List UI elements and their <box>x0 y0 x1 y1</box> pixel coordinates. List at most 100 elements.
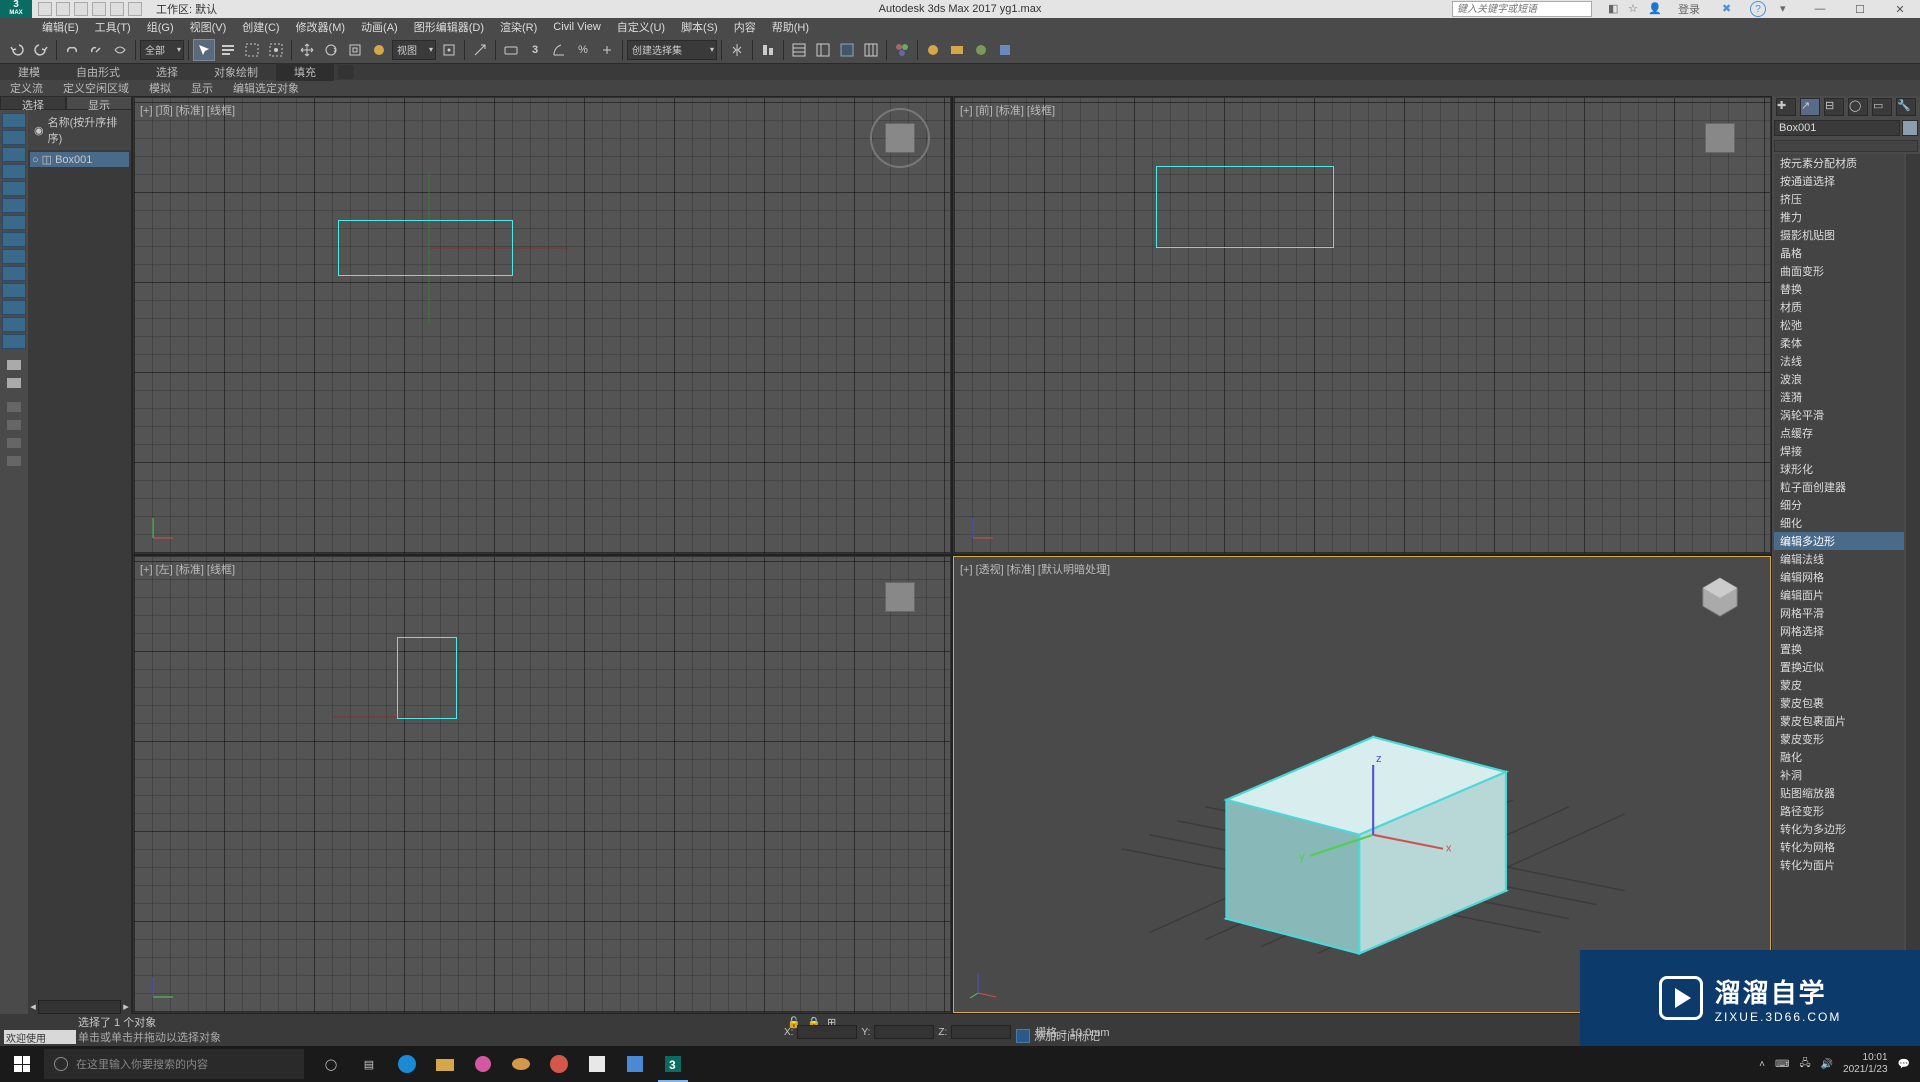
menu-graph-editors[interactable]: 图形编辑器(D) <box>406 19 492 35</box>
se-filter-cameras-icon[interactable] <box>2 164 26 179</box>
se-isolate-icon[interactable] <box>2 453 26 469</box>
maximize-button[interactable]: ☐ <box>1840 0 1880 18</box>
modifier-item[interactable]: 转化为多边形 <box>1774 820 1904 838</box>
app-icon-2[interactable] <box>502 1046 540 1082</box>
modifier-item[interactable]: 网格平滑 <box>1774 604 1904 622</box>
se-filter-frozen-icon[interactable] <box>2 283 26 298</box>
modifier-dropdown[interactable] <box>1774 140 1918 152</box>
ribbon-minimize-icon[interactable] <box>338 65 354 79</box>
object-name-field[interactable]: Box001 <box>1774 120 1900 136</box>
modifier-item[interactable]: 转化为网格 <box>1774 838 1904 856</box>
link-button[interactable] <box>61 39 83 61</box>
dropdown-icon[interactable]: ▾ <box>1780 2 1794 16</box>
start-button[interactable] <box>0 1046 44 1082</box>
modifier-item[interactable]: 涡轮平滑 <box>1774 406 1904 424</box>
star-icon[interactable]: ☆ <box>1628 2 1642 16</box>
modifier-item[interactable]: 编辑面片 <box>1774 586 1904 604</box>
material-editor-button[interactable] <box>891 39 913 61</box>
angle-snap-button[interactable] <box>548 39 570 61</box>
app-icon-1[interactable] <box>464 1046 502 1082</box>
viewport-persp-label[interactable]: [+] [透视] [标准] [默认明暗处理] <box>960 561 1110 577</box>
viewport-top-selection[interactable] <box>338 220 513 276</box>
render-production-button[interactable] <box>970 39 992 61</box>
menu-tools[interactable]: 工具(T) <box>87 19 139 35</box>
explorer-icon[interactable] <box>426 1046 464 1082</box>
layer-explorer-button[interactable] <box>788 39 810 61</box>
ref-coord-dropdown[interactable]: 视图 <box>392 40 436 60</box>
viewport-top[interactable]: [+] [顶] [标准] [线框] <box>133 97 951 554</box>
modifier-item[interactable]: 曲面变形 <box>1774 262 1904 280</box>
align-button[interactable] <box>757 39 779 61</box>
ribbon-sub-display[interactable]: 显示 <box>181 80 223 96</box>
qat-redo-icon[interactable] <box>110 2 124 16</box>
cmd-tab-hierarchy-icon[interactable]: ⊟ <box>1824 98 1844 116</box>
close-button[interactable]: ✕ <box>1880 0 1920 18</box>
ribbon-sub-simulate[interactable]: 模拟 <box>139 80 181 96</box>
modifier-item[interactable]: 置换近似 <box>1774 658 1904 676</box>
menu-group[interactable]: 组(G) <box>139 19 182 35</box>
scene-tree[interactable]: ○ ◫ Box001 <box>28 150 131 1000</box>
se-filter-shapes-icon[interactable] <box>2 130 26 145</box>
ribbon-tab-freeform[interactable]: 自由形式 <box>58 63 138 81</box>
se-rename-icon[interactable] <box>2 417 26 433</box>
viewcube-left[interactable] <box>870 567 930 627</box>
modifier-item[interactable]: 材质 <box>1774 298 1904 316</box>
notification-icon[interactable]: 💬 <box>1898 1059 1910 1070</box>
modifier-item[interactable]: 松弛 <box>1774 316 1904 334</box>
cmd-tab-modify-icon[interactable]: ↗ <box>1800 98 1820 116</box>
firefox-icon[interactable] <box>540 1046 578 1082</box>
curve-editor-button[interactable] <box>836 39 858 61</box>
cmd-tab-utilities-icon[interactable]: 🔧 <box>1896 98 1916 116</box>
menu-scripting[interactable]: 脚本(S) <box>673 19 726 35</box>
se-filter-xrefs-icon[interactable] <box>2 232 26 247</box>
qat-new-icon[interactable] <box>38 2 52 16</box>
se-filter-visible-icon[interactable] <box>2 334 26 349</box>
viewport-front-selection[interactable] <box>1156 166 1334 248</box>
qat-save-icon[interactable] <box>74 2 88 16</box>
expand-icon[interactable]: ○ <box>32 154 39 166</box>
modifier-item[interactable]: 蒙皮包裹面片 <box>1774 712 1904 730</box>
se-delete-icon[interactable] <box>2 435 26 451</box>
percent-snap-button[interactable]: % <box>572 39 594 61</box>
app-icon-4[interactable] <box>616 1046 654 1082</box>
modifier-item[interactable]: 晶格 <box>1774 244 1904 262</box>
exchange-icon[interactable]: ✖ <box>1722 2 1736 16</box>
pivot-button[interactable] <box>438 39 460 61</box>
ribbon-sub-flow[interactable]: 定义流 <box>0 80 53 96</box>
object-color-swatch[interactable] <box>1902 120 1918 136</box>
modifier-item[interactable]: 按元素分配材质 <box>1774 154 1904 172</box>
viewport-front-label[interactable]: [+] [前] [标准] [线框] <box>960 102 1055 118</box>
cortana-icon[interactable]: ▤ <box>350 1046 388 1082</box>
se-filter-spacewarps-icon[interactable] <box>2 198 26 213</box>
viewport-left-label[interactable]: [+] [左] [标准] [线框] <box>140 561 235 577</box>
snap-toggle-button[interactable]: 3 <box>524 39 546 61</box>
undo-button[interactable] <box>6 39 28 61</box>
windows-search-input[interactable]: 在这里输入你要搜索的内容 <box>44 1049 304 1079</box>
manipulate-button[interactable] <box>469 39 491 61</box>
modifier-item[interactable]: 贴图缩放器 <box>1774 784 1904 802</box>
y-coord-field[interactable] <box>874 1025 934 1039</box>
viewcube-top[interactable] <box>870 108 930 168</box>
se-filter-lights-icon[interactable] <box>2 147 26 162</box>
selection-filter-dropdown[interactable]: 全部 <box>140 40 184 60</box>
scene-node-box001[interactable]: ○ ◫ Box001 <box>30 152 129 167</box>
help-icon[interactable]: ? <box>1750 1 1766 17</box>
modifier-item[interactable]: 路径变形 <box>1774 802 1904 820</box>
maxscript-listener[interactable]: 欢迎使用 MAXSci <box>4 1030 76 1044</box>
menu-rendering[interactable]: 渲染(R) <box>492 19 545 35</box>
toggle-ribbon-button[interactable] <box>812 39 834 61</box>
scene-explorer-header[interactable]: ◉ 名称(按升序排序) <box>28 110 131 150</box>
menu-create[interactable]: 创建(C) <box>234 19 287 35</box>
modifier-item[interactable]: 摄影机贴图 <box>1774 226 1904 244</box>
modifier-item[interactable]: 推力 <box>1774 208 1904 226</box>
menu-civil-view[interactable]: Civil View <box>545 21 608 33</box>
modifier-item[interactable]: 细化 <box>1774 514 1904 532</box>
task-view-icon[interactable]: ◯ <box>312 1046 350 1082</box>
se-add-icon[interactable] <box>2 399 26 415</box>
modifier-item[interactable]: 柔体 <box>1774 334 1904 352</box>
modifier-item[interactable]: 球形化 <box>1774 460 1904 478</box>
bind-button[interactable] <box>109 39 131 61</box>
modifier-item[interactable]: 置换 <box>1774 640 1904 658</box>
se-filter-groups-icon[interactable] <box>2 215 26 230</box>
modifier-item[interactable]: 网格选择 <box>1774 622 1904 640</box>
